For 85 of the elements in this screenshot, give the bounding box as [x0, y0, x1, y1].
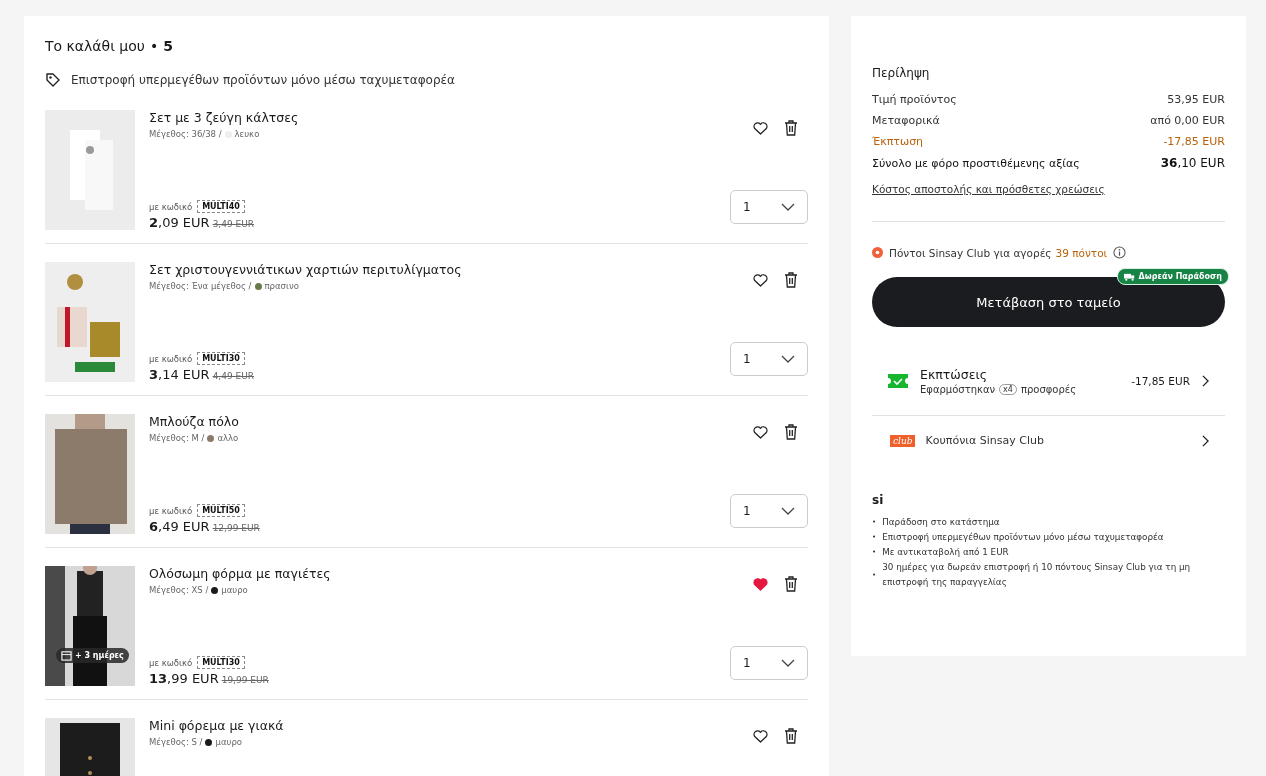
total-price: 36,10 EUR	[1160, 156, 1225, 170]
product-name[interactable]: Μπλούζα πόλο	[149, 414, 714, 429]
club-logo: club	[890, 434, 916, 447]
code-label: με κωδικό	[149, 353, 193, 364]
quantity-select[interactable]: 1	[730, 494, 808, 528]
code-label: με κωδικό	[149, 505, 193, 516]
item-count: 5	[163, 38, 173, 54]
quantity-select[interactable]: 1	[730, 190, 808, 224]
summary-value: 53,95 EUR	[1167, 93, 1225, 106]
heart-icon[interactable]	[753, 121, 768, 135]
product-price: 6,49 EUR	[149, 519, 210, 534]
chevron-icon	[1202, 434, 1209, 447]
chevron-down-icon	[781, 659, 795, 667]
product-size: Μέγεθος: XS /	[149, 585, 209, 595]
points-value: 39 πόντοι	[1055, 246, 1108, 259]
code-label: με κωδικό	[149, 201, 193, 212]
product-price: 3,14 EUR	[149, 367, 210, 382]
summary-value: από 0,00 EUR	[1150, 114, 1225, 127]
summary-label: Τιμή προϊόντος	[872, 93, 957, 106]
code-label: με κωδικό	[149, 657, 193, 668]
info-item: Με αντικαταβολή από 1 EUR	[882, 546, 1009, 559]
product-size: Μέγεθος: S /	[149, 737, 203, 747]
discount-amount: -17,85 EUR	[1131, 375, 1190, 387]
product-size: Μέγεθος: M /	[149, 433, 205, 443]
color-name: λευκο	[234, 129, 260, 139]
trash-icon[interactable]	[784, 728, 798, 744]
old-price: 19,99 EUR	[221, 675, 269, 685]
applied-label: Εφαρμόστηκαν	[920, 384, 996, 395]
summary-label: Έκπτωση	[872, 135, 924, 148]
ticket-icon	[888, 374, 908, 388]
free-delivery-badge: Δωρεάν Παράδοση	[1116, 268, 1229, 285]
quantity-select[interactable]: 1	[730, 342, 808, 376]
summary-value: -17,85 EUR	[1163, 135, 1225, 148]
promo-code: MULTI50	[197, 504, 245, 517]
promo-code: MULTI40	[197, 200, 245, 213]
coupons-row[interactable]: club Κουπόνια Sinsay Club	[872, 416, 1225, 465]
product-name[interactable]: Σετ χριστουγεννιάτικων χαρτιών περιτυλίγματος	[149, 262, 714, 277]
product-size: Μέγεθος: Ένα μέγεθος /	[149, 281, 252, 291]
trash-icon[interactable]	[784, 576, 798, 592]
notice-text: Επιστροφή υπερμεγέθων προϊόντων μόνο μέσω ταχυμεταφορέα	[71, 73, 455, 87]
info-item: Παράδοση στο κατάστημα	[882, 516, 1000, 529]
chevron-down-icon	[781, 203, 795, 211]
promo-code: MULTI30	[197, 656, 245, 669]
chevron-icon	[1202, 375, 1209, 387]
info-icon[interactable]	[1113, 246, 1127, 259]
trash-icon[interactable]	[784, 120, 798, 136]
color-name: αλλο	[217, 433, 239, 443]
info-item: 30 ημέρες για δωρεάν επιστροφή ή 10 πόντους Sinsay Club για τη μη επιστροφή της παραγγελίας	[882, 561, 1192, 589]
summary-label: Μεταφορικά	[872, 114, 940, 127]
product-price: 2,09 EUR	[149, 215, 210, 230]
separator-dot: •	[149, 38, 159, 54]
info-item: Επιστροφή υπερμεγέθων προϊόντων μόνο μέσω ταχυμεταφορέα	[882, 531, 1164, 544]
product-name[interactable]: Σετ με 3 ζεύγη κάλτσες	[149, 110, 714, 125]
color-name: πρασινο	[264, 281, 299, 291]
old-price: 12,99 EUR	[212, 523, 260, 533]
product-name[interactable]: Mini φόρεμα με γιακά	[149, 718, 714, 733]
offers-label: προσφορές	[1020, 384, 1077, 395]
cart-title: Το καλάθι μου	[45, 38, 145, 54]
tag-icon	[45, 72, 61, 88]
product-name[interactable]: Ολόσωμη φόρμα με παγιέτες	[149, 566, 714, 581]
trash-icon[interactable]	[784, 272, 798, 288]
quantity-select[interactable]: 1	[730, 646, 808, 680]
total-label: Σύνολο με φόρο προστιθέμενης αξίας	[872, 157, 1080, 170]
points-icon	[872, 247, 883, 258]
brand-logo: si	[872, 493, 885, 507]
costs-link[interactable]: Κόστος αποστολής και πρόσθετες χρεώσεις	[872, 183, 1105, 195]
trash-icon[interactable]	[784, 424, 798, 440]
color-name: μαυρο	[221, 585, 248, 595]
color-name: μαυρο	[215, 737, 242, 747]
heart-icon[interactable]	[753, 425, 768, 439]
discounts-row[interactable]: Εκπτώσεις Εφαρμόστηκαν x4 προσφορές -17,85 EUR	[872, 327, 1225, 416]
heart-icon[interactable]	[753, 729, 768, 743]
product-price: 13,99 EUR	[149, 671, 219, 686]
chevron-down-icon	[781, 507, 795, 515]
summary-title: Περίληψη	[872, 66, 931, 80]
delivery-badge: + 3 ημέρες	[56, 648, 129, 663]
old-price: 4,49 EUR	[212, 371, 255, 381]
points-label: Πόντοι Sinsay Club για αγορές	[889, 246, 1052, 259]
coupons-label: Κουπόνια Sinsay Club	[925, 434, 1045, 447]
heart-icon[interactable]	[753, 273, 768, 287]
discounts-title: Εκπτώσεις	[920, 367, 989, 382]
promo-code: MULTI30	[197, 352, 245, 365]
product-size: Μέγεθος: 36/38 /	[149, 129, 222, 139]
chevron-down-icon	[781, 355, 795, 363]
old-price: 3,49 EUR	[212, 219, 255, 229]
